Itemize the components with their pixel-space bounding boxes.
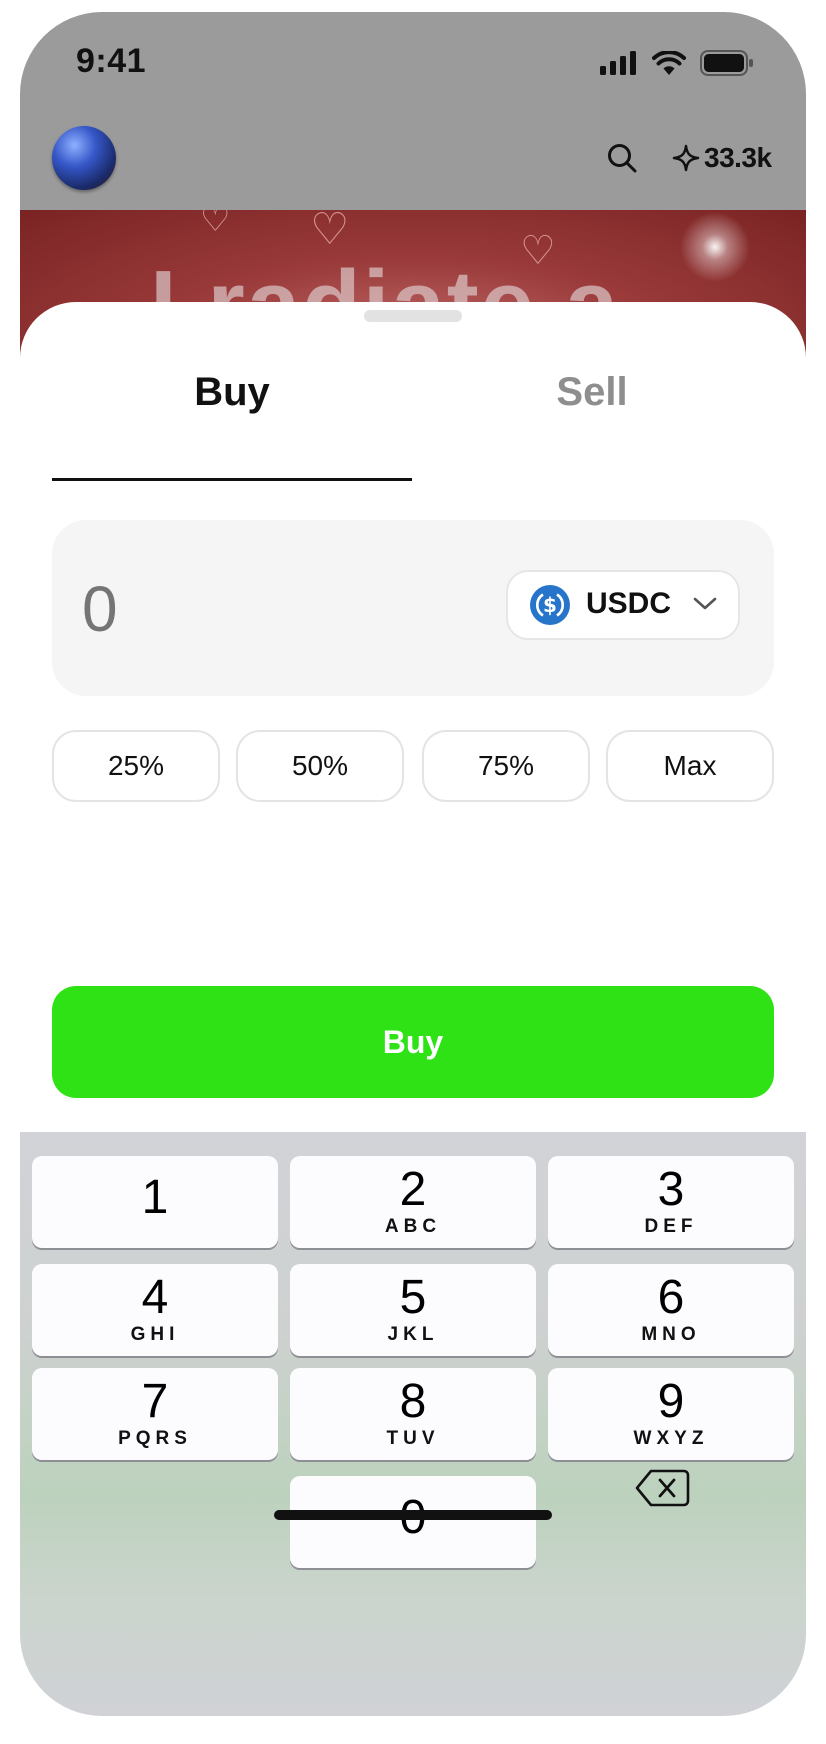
- tab-sell[interactable]: Sell: [412, 370, 772, 415]
- max-button[interactable]: Max: [606, 730, 774, 802]
- backspace-icon: [635, 1469, 690, 1507]
- key-letters: JKL: [387, 1324, 439, 1345]
- key-letters: PQRS: [118, 1428, 192, 1449]
- key-8[interactable]: 8 TUV: [290, 1368, 536, 1460]
- avatar[interactable]: [52, 126, 116, 190]
- key-digit: 2: [399, 1163, 427, 1216]
- cellular-signal-icon: [600, 51, 636, 75]
- key-3[interactable]: 3 DEF: [548, 1156, 794, 1248]
- token-symbol: USDC: [586, 587, 672, 620]
- key-digit: 4: [141, 1271, 169, 1324]
- usdc-logo-icon: $: [530, 585, 570, 625]
- key-letters: DEF: [644, 1216, 698, 1237]
- key-9[interactable]: 9 WXYZ: [548, 1368, 794, 1460]
- status-icons: [600, 50, 754, 76]
- phone-screen: 9:41 33.3k ♡ ♡ ♡ Buy Sell 0 $ USDC 25% 5…: [20, 12, 806, 1716]
- search-button[interactable]: [606, 142, 638, 179]
- tab-buy[interactable]: Buy: [52, 370, 412, 415]
- chevron-down-icon: [693, 597, 717, 610]
- key-6[interactable]: 6 MNO: [548, 1264, 794, 1356]
- delete-key[interactable]: [634, 1468, 698, 1518]
- key-5[interactable]: 5 JKL: [290, 1264, 536, 1356]
- key-letters: TUV: [386, 1428, 440, 1449]
- sparkle-icon: [672, 144, 700, 172]
- status-time: 9:41: [76, 42, 147, 80]
- svg-text:$: $: [543, 593, 557, 617]
- token-selector[interactable]: $ USDC: [506, 570, 740, 640]
- key-digit: 7: [141, 1375, 169, 1428]
- heart-icon: ♡: [310, 210, 350, 254]
- key-1[interactable]: 1: [32, 1156, 278, 1248]
- amount-panel: $ USDC: [52, 520, 774, 696]
- key-digit: 5: [399, 1271, 427, 1324]
- key-4[interactable]: 4 GHI: [32, 1264, 278, 1356]
- key-digit: 1: [141, 1171, 169, 1224]
- key-letters: ABC: [384, 1216, 442, 1237]
- search-icon: [608, 144, 637, 173]
- trade-sheet: Buy Sell $ USDC 25% 50% 75% Max Buy: [20, 302, 806, 1152]
- numeric-keyboard: 1 2 ABC 3 DEF 4 GHI 5 JKL 6 MNO 7 PQRS 8…: [20, 1132, 806, 1716]
- sheet-grabber[interactable]: [364, 310, 462, 322]
- key-2[interactable]: 2 ABC: [290, 1156, 536, 1248]
- status-bar: 9:41: [20, 12, 806, 112]
- key-letters: MNO: [641, 1324, 701, 1345]
- key-digit: 6: [657, 1271, 685, 1324]
- points-value: 33.3k: [704, 142, 772, 173]
- app-header: 33.3k: [20, 112, 806, 222]
- home-indicator[interactable]: [274, 1510, 552, 1520]
- battery-icon: [700, 50, 753, 76]
- percent-75-button[interactable]: 75%: [422, 730, 590, 802]
- active-tab-indicator: [52, 478, 412, 481]
- wifi-icon: [652, 50, 686, 75]
- points-badge[interactable]: 33.3k: [672, 142, 772, 174]
- key-7[interactable]: 7 PQRS: [32, 1368, 278, 1460]
- sparkle-glow: [670, 210, 760, 292]
- amount-input[interactable]: [82, 572, 362, 646]
- key-0[interactable]: 0: [290, 1476, 536, 1568]
- key-letters: WXYZ: [633, 1428, 709, 1449]
- percent-50-button[interactable]: 50%: [236, 730, 404, 802]
- key-digit: 9: [657, 1375, 685, 1428]
- percent-25-button[interactable]: 25%: [52, 730, 220, 802]
- heart-icon: ♡: [200, 210, 231, 239]
- key-letters: GHI: [130, 1324, 180, 1345]
- key-digit: 8: [399, 1375, 427, 1428]
- buy-button[interactable]: Buy: [52, 986, 774, 1098]
- key-digit: 3: [657, 1163, 685, 1216]
